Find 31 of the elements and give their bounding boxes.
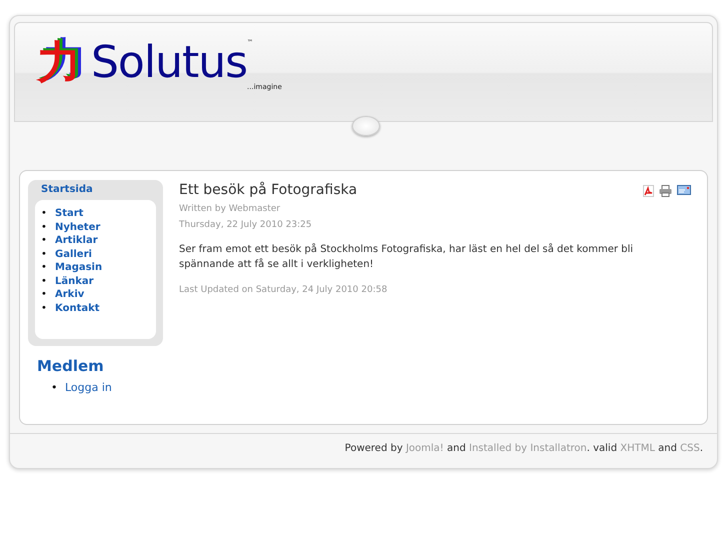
footer-text: Powered by Joomla! and Installed by Installatron. valid XHTML and CSS. bbox=[344, 443, 703, 454]
bullet: • bbox=[41, 302, 48, 315]
email-icon[interactable] bbox=[677, 185, 691, 195]
menu-title: Startsida bbox=[40, 184, 94, 197]
menu-link[interactable]: Nyheter bbox=[55, 222, 100, 232]
bullet: • bbox=[51, 381, 58, 394]
logo-text: Solutus bbox=[91, 36, 248, 90]
logo-glyph: 力 bbox=[37, 36, 81, 90]
bullet: • bbox=[41, 220, 48, 234]
menu-link[interactable]: Länkar bbox=[55, 276, 94, 286]
menu-link[interactable]: Kontakt bbox=[55, 302, 100, 314]
menu-link[interactable]: Artiklar bbox=[55, 235, 98, 246]
last-updated: Last Updated on Saturday, 24 July 2010 20:58 bbox=[179, 284, 388, 297]
article-body: Ser fram emot ett besök på Stockholms Fotografiska, har läst en hel del så det kommer bli spännande att få se allt i verkligheten! bbox=[179, 242, 634, 272]
module-title: Medlem bbox=[37, 357, 105, 375]
menu-link[interactable]: Arkiv bbox=[55, 289, 84, 300]
menu-link[interactable]: Start bbox=[55, 208, 84, 219]
print-icon[interactable] bbox=[659, 185, 672, 197]
bullet: • bbox=[41, 207, 48, 220]
bullet: • bbox=[41, 274, 48, 288]
bullet: • bbox=[41, 261, 48, 274]
article-date: Thursday, 22 July 2010 23:25 bbox=[179, 219, 313, 232]
article-title: Ett besök på Fotografiska bbox=[179, 182, 358, 198]
bullet: • bbox=[41, 288, 48, 302]
login-link[interactable]: Logga in bbox=[65, 381, 112, 394]
menu-link[interactable]: Magasin bbox=[55, 262, 102, 273]
pdf-icon[interactable] bbox=[643, 185, 654, 197]
bullet: • bbox=[41, 234, 48, 248]
menu-link[interactable]: Galleri bbox=[55, 248, 92, 260]
article-author: Written by Webmaster bbox=[179, 203, 282, 216]
bullet: • bbox=[41, 248, 48, 261]
